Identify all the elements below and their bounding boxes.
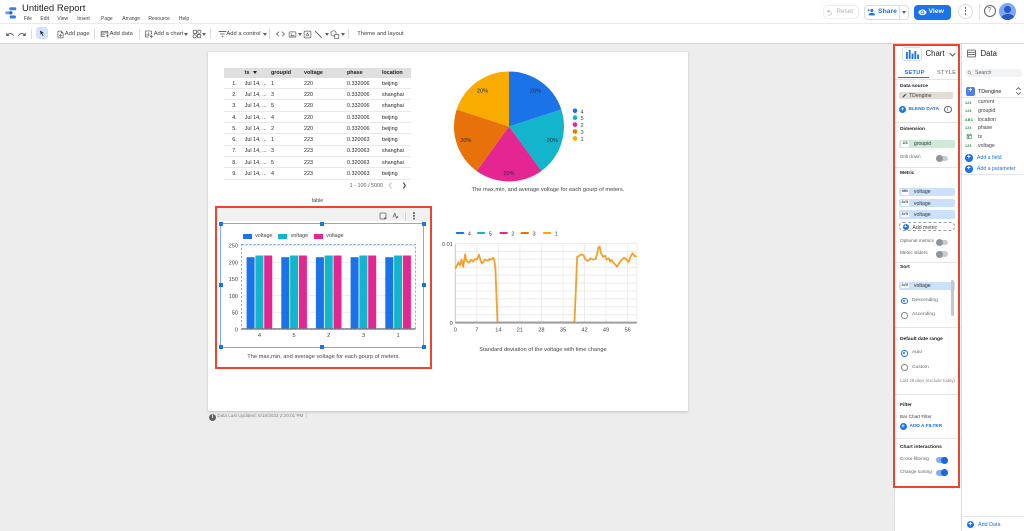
- svg-text:50: 50: [232, 311, 238, 317]
- svg-text:0: 0: [450, 321, 453, 327]
- svg-text:0: 0: [454, 328, 457, 334]
- svg-text:250: 250: [229, 244, 238, 250]
- svg-text:3: 3: [581, 130, 584, 136]
- svg-text:5: 5: [489, 232, 492, 238]
- svg-text:1: 1: [555, 232, 558, 238]
- svg-text:5: 5: [581, 116, 584, 122]
- svg-text:5: 5: [293, 333, 296, 339]
- svg-text:100: 100: [229, 294, 238, 300]
- svg-text:2: 2: [511, 232, 514, 238]
- svg-text:0: 0: [235, 327, 238, 333]
- svg-text:7: 7: [475, 328, 478, 334]
- svg-text:56: 56: [624, 328, 630, 334]
- svg-text:3: 3: [362, 333, 365, 339]
- svg-text:28: 28: [538, 328, 544, 334]
- svg-text:42: 42: [581, 328, 587, 334]
- svg-text:1: 1: [581, 137, 584, 143]
- svg-text:21: 21: [517, 328, 523, 334]
- svg-text:2: 2: [581, 123, 584, 129]
- svg-text:4: 4: [258, 333, 261, 339]
- svg-text:20%: 20%: [503, 171, 514, 177]
- svg-text:20%: 20%: [530, 88, 541, 94]
- svg-text:4: 4: [581, 109, 584, 115]
- svg-text:14: 14: [495, 328, 501, 334]
- svg-text:20%: 20%: [547, 138, 558, 144]
- svg-text:150: 150: [229, 277, 238, 283]
- svg-text:20%: 20%: [460, 138, 471, 144]
- svg-text:35: 35: [560, 328, 566, 334]
- svg-text:200: 200: [229, 260, 238, 266]
- svg-text:0.01: 0.01: [442, 242, 453, 248]
- svg-text:20%: 20%: [477, 88, 488, 94]
- svg-text:49: 49: [603, 328, 609, 334]
- svg-text:2: 2: [327, 333, 330, 339]
- svg-text:4: 4: [468, 232, 471, 238]
- svg-text:1: 1: [397, 333, 400, 339]
- svg-text:3: 3: [533, 232, 536, 238]
